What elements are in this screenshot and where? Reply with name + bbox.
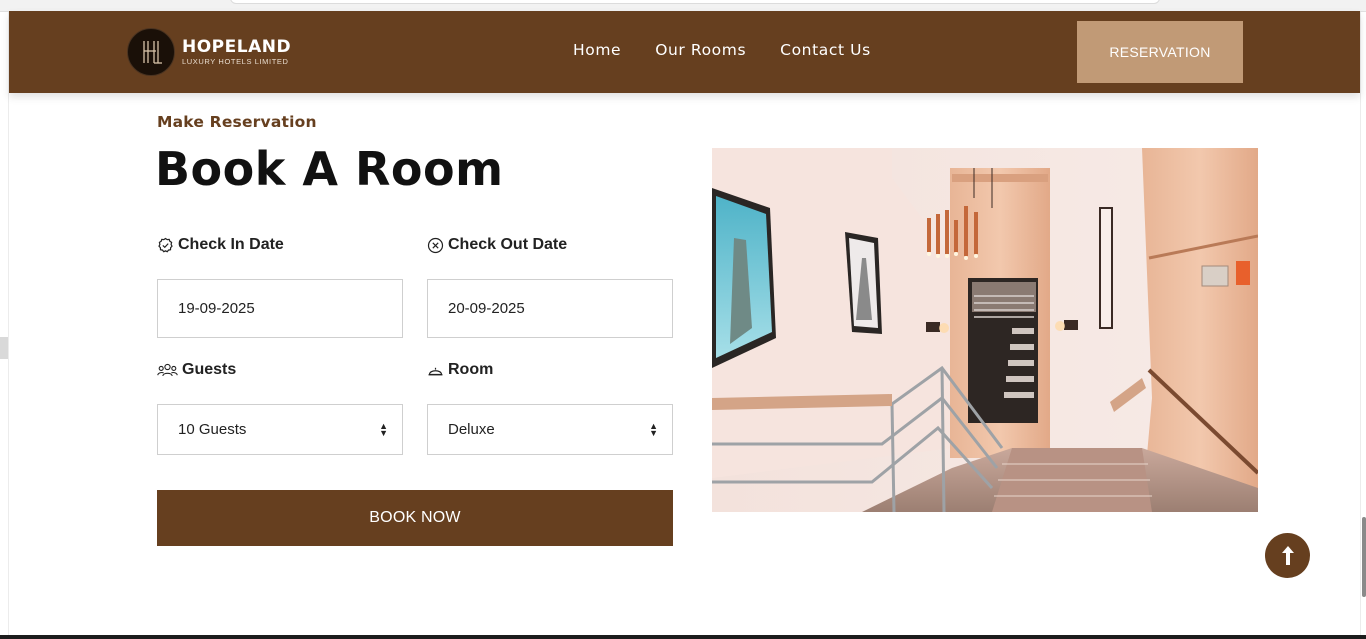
left-gutter: [0, 12, 9, 639]
room-select[interactable]: Deluxe ▲ ▼: [427, 404, 673, 455]
guests-label: Guests: [157, 361, 236, 379]
room-label-text: Room: [448, 361, 494, 378]
room-label: Room: [427, 361, 493, 379]
select-updown-icon: ▲ ▼: [379, 420, 388, 438]
page-title: Book A Room: [155, 142, 504, 196]
guests-selected-value: 10 Guests: [178, 421, 247, 438]
check-in-field[interactable]: [157, 279, 403, 338]
arrow-up-icon: [1281, 545, 1294, 565]
brand-wordmark: HOPELAND LUXURY HOTELS LIMITED: [182, 37, 292, 67]
nav-contact-us-link[interactable]: Contact Us: [780, 41, 871, 59]
left-gutter-handle: [0, 337, 8, 359]
reservation-button[interactable]: RESERVATION: [1077, 21, 1243, 83]
hotel-staircase-photo: [712, 148, 1258, 512]
scroll-to-top-button[interactable]: [1265, 533, 1310, 578]
section-eyebrow: Make Reservation: [157, 113, 317, 131]
brand-name: HOPELAND: [182, 37, 292, 57]
check-out-label-text: Check Out Date: [448, 236, 568, 253]
check-out-field[interactable]: [427, 279, 673, 338]
nav-our-rooms-link[interactable]: Our Rooms: [655, 41, 746, 59]
x-circle-icon: [427, 237, 444, 254]
room-service-bell-icon: [427, 362, 444, 379]
nav-home-link[interactable]: Home: [573, 41, 621, 59]
site-header: HOPELAND LUXURY HOTELS LIMITED Home Our …: [9, 11, 1360, 93]
brand-tagline: LUXURY HOTELS LIMITED: [182, 57, 289, 66]
check-out-input[interactable]: [448, 300, 672, 317]
select-updown-icon: ▲ ▼: [649, 420, 658, 438]
guests-label-text: Guests: [182, 361, 237, 378]
scrollbar-thumb[interactable]: [1362, 517, 1366, 597]
brand-logo[interactable]: HOPELAND LUXURY HOTELS LIMITED: [127, 28, 291, 76]
check-in-input[interactable]: [178, 300, 402, 317]
room-selected-value: Deluxe: [448, 421, 495, 438]
footer-edge: [0, 635, 1366, 639]
address-bar-edge[interactable]: [230, 0, 1160, 4]
check-in-label: Check In Date: [157, 236, 284, 254]
check-out-label: Check Out Date: [427, 236, 567, 254]
check-circle-icon: [157, 237, 174, 254]
guests-select[interactable]: 10 Guests ▲ ▼: [157, 404, 403, 455]
hl-monogram-icon: [127, 28, 175, 76]
book-now-button[interactable]: BOOK NOW: [157, 490, 673, 546]
check-in-label-text: Check In Date: [178, 236, 284, 253]
users-icon: [157, 362, 178, 379]
main-nav: Home Our Rooms Contact Us: [573, 41, 871, 59]
vertical-scrollbar[interactable]: [1360, 12, 1366, 639]
